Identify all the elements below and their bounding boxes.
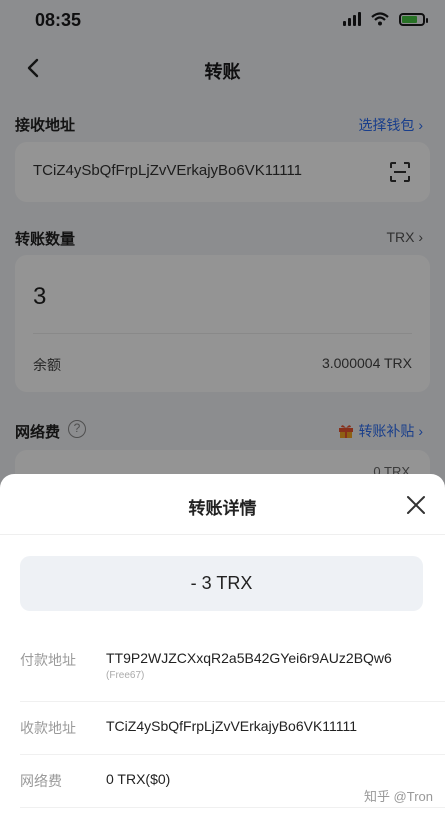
payee-address-value: TCiZ4ySbQfFrpLjZvVErkajyBo6VK11111 [106,718,358,734]
payer-address-label: 付款地址 [20,652,76,668]
fee-value: 0 TRX($0) [106,771,171,787]
fee-label: 网络费 [20,773,62,789]
close-icon[interactable] [405,494,427,516]
payer-wallet-name: (Free67) [106,670,145,681]
sheet-title: 转账详情 [188,499,257,518]
transfer-amount: - 3 TRX [20,556,423,611]
watermark: 知乎 @Tron [363,789,433,804]
transfer-details-sheet: 转账详情 - 3 TRX 付款地址 TT9P2WJZCXxqR2a5B42GYe… [0,474,445,819]
payer-address-value: TT9P2WJZCXxqR2a5B42GYei6r9AUz2BQw6 [106,650,392,666]
payee-address-label: 收款地址 [20,720,76,736]
